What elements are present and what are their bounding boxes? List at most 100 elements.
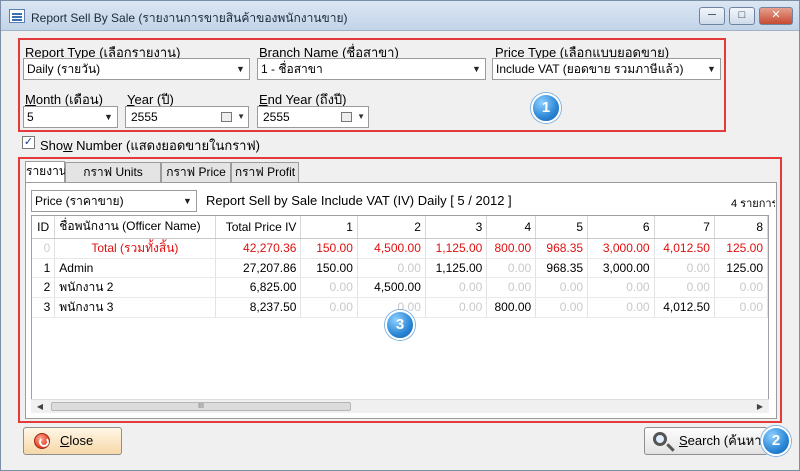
chevron-down-icon: ▼ — [236, 64, 245, 74]
col-day[interactable]: 3 — [425, 216, 488, 239]
table-row-total[interactable]: 0 Total (รวมทั้งสิ้น) 42,270.36 150.00 4,500… — [32, 238, 768, 259]
row-day-value: 0.00 — [300, 297, 358, 318]
calendar-icon[interactable] — [221, 112, 232, 122]
row-day-value: 3,000.00 — [587, 258, 655, 278]
row-id: 2 — [32, 277, 56, 298]
row-day-value: 4,012.50 — [654, 238, 715, 259]
minimize-button[interactable]: ─ — [699, 7, 725, 25]
row-officer-name: พนักงาน 2 — [54, 277, 216, 298]
row-day-value: 150.00 — [300, 258, 358, 278]
row-day-value: 800.00 — [486, 238, 537, 259]
row-day-value: 0.00 — [587, 297, 655, 318]
chevron-down-icon: ▼ — [707, 64, 716, 74]
row-officer-name: พนักงาน 3 — [54, 297, 216, 318]
tab-profit-chart[interactable]: กราฟ Profit — [231, 162, 299, 182]
row-id: 3 — [32, 297, 56, 318]
row-day-value: 0.00 — [654, 277, 715, 298]
show-number-checkbox[interactable]: ✓ — [22, 136, 35, 149]
price-type-value: Include VAT (ยอดขาย รวมภาษีแล้ว) — [496, 62, 684, 76]
col-id[interactable]: ID — [32, 216, 56, 239]
row-day-value: 0.00 — [425, 297, 488, 318]
branch-name-value: 1 - ชื่อสาขา — [261, 62, 323, 76]
row-total-price: 6,825.00 — [215, 277, 302, 298]
col-day[interactable]: 7 — [654, 216, 715, 239]
row-day-value: 800.00 — [486, 297, 537, 318]
row-day-value: 0.00 — [654, 258, 715, 278]
app-icon — [9, 9, 25, 23]
calendar-icon[interactable] — [341, 112, 352, 122]
scroll-thumb[interactable]: III — [51, 402, 351, 411]
month-select[interactable]: 5 ▼ — [23, 106, 118, 128]
col-day[interactable]: 5 — [535, 216, 589, 239]
close-window-button[interactable]: ✕ — [759, 7, 793, 25]
row-day-value: 0.00 — [357, 258, 426, 278]
row-day-value: 0.00 — [535, 297, 589, 318]
row-id: 0 — [32, 238, 56, 259]
horizontal-scrollbar[interactable]: ◀ III ▶ — [31, 399, 769, 413]
report-type-select[interactable]: Daily (รายวัน) ▼ — [23, 58, 250, 80]
row-day-value: 125.00 — [714, 258, 768, 278]
row-officer-name: Total (รวมทั้งสิ้น) — [54, 238, 216, 259]
col-day[interactable]: 4 — [486, 216, 537, 239]
row-day-value: 1,125.00 — [425, 258, 488, 278]
row-day-value: 0.00 — [486, 258, 537, 278]
row-total-price: 27,207.86 — [215, 258, 302, 278]
show-number-label: Show Number (แสดงยอดขายในกราฟ) — [40, 138, 261, 153]
tab-units-chart[interactable]: กราฟ Units — [65, 162, 161, 182]
report-mode-value: Price (ราคาขาย) — [35, 194, 124, 208]
report-header-text: Report Sell by Sale Include VAT (IV) Dai… — [206, 193, 512, 208]
row-officer-name: Admin — [54, 258, 216, 278]
year-value: 2555 — [131, 110, 158, 124]
col-day[interactable]: 1 — [300, 216, 358, 239]
chevron-down-icon: ▼ — [357, 112, 365, 121]
col-day[interactable]: 6 — [587, 216, 655, 239]
price-type-select[interactable]: Include VAT (ยอดขาย รวมภาษีแล้ว) ▼ — [492, 58, 721, 80]
chevron-down-icon: ▼ — [183, 196, 192, 206]
row-day-value: 4,012.50 — [654, 297, 715, 318]
col-officer-name[interactable]: ชื่อพนักงาน (Officer Name) — [54, 216, 216, 239]
col-day[interactable]: 8 — [714, 216, 768, 239]
row-day-value: 968.35 — [535, 238, 589, 259]
report-window: Report Sell By Sale (รายงานการขายสินค้าข… — [0, 0, 800, 471]
badge-1: 1 — [531, 93, 561, 123]
grid-header-row: ID ชื่อพนักงาน (Officer Name) Total Pric… — [32, 216, 768, 239]
year-picker[interactable]: 2555 ▼ — [125, 106, 249, 128]
branch-name-select[interactable]: 1 - ชื่อสาขา ▼ — [257, 58, 486, 80]
search-icon — [653, 432, 667, 446]
title-bar[interactable]: Report Sell By Sale (รายงานการขายสินค้าข… — [1, 1, 799, 31]
table-row[interactable]: 2 พนักงาน 2 6,825.00 0.00 4,500.00 0.00 0.00 0.… — [32, 277, 768, 298]
badge-2: 2 — [761, 426, 791, 456]
col-total-price[interactable]: Total Price IV — [215, 216, 302, 239]
row-id: 1 — [32, 258, 56, 278]
tab-price-chart[interactable]: กราฟ Price — [161, 162, 231, 182]
maximize-button[interactable]: □ — [729, 7, 755, 25]
row-day-value: 0.00 — [535, 277, 589, 298]
row-day-value: 0.00 — [714, 277, 768, 298]
tab-report[interactable]: รายงาน — [25, 161, 67, 183]
table-row[interactable]: 1 Admin 27,207.86 150.00 0.00 1,125.00 0.00 968… — [32, 258, 768, 278]
month-value: 5 — [27, 110, 34, 124]
close-button-label: Close — [60, 433, 94, 448]
end-year-value: 2555 — [263, 110, 290, 124]
row-day-value: 150.00 — [300, 238, 358, 259]
report-type-value: Daily (รายวัน) — [27, 62, 101, 76]
row-total-price: 8,237.50 — [215, 297, 302, 318]
row-day-value: 125.00 — [714, 238, 768, 259]
search-button[interactable]: Search (ค้นหา) — [644, 427, 768, 455]
power-icon — [34, 433, 50, 449]
end-year-picker[interactable]: 2555 ▼ — [257, 106, 369, 128]
col-day[interactable]: 2 — [357, 216, 426, 239]
row-day-value: 4,500.00 — [357, 238, 426, 259]
scroll-right-icon[interactable]: ▶ — [753, 400, 767, 413]
close-button[interactable]: Close — [23, 427, 122, 455]
scroll-left-icon[interactable]: ◀ — [33, 400, 47, 413]
report-mode-select[interactable]: Price (ราคาขาย) ▼ — [31, 190, 197, 212]
row-day-value: 3,000.00 — [587, 238, 655, 259]
chevron-down-icon: ▼ — [104, 112, 113, 122]
record-count: 4 รายการ — [731, 198, 775, 210]
row-day-value: 0.00 — [300, 277, 358, 298]
search-button-label: Search (ค้นหา) — [679, 433, 766, 448]
window-title: Report Sell By Sale (รายงานการขายสินค้าข… — [31, 11, 348, 25]
row-day-value: 0.00 — [587, 277, 655, 298]
row-day-value: 1,125.00 — [425, 238, 488, 259]
